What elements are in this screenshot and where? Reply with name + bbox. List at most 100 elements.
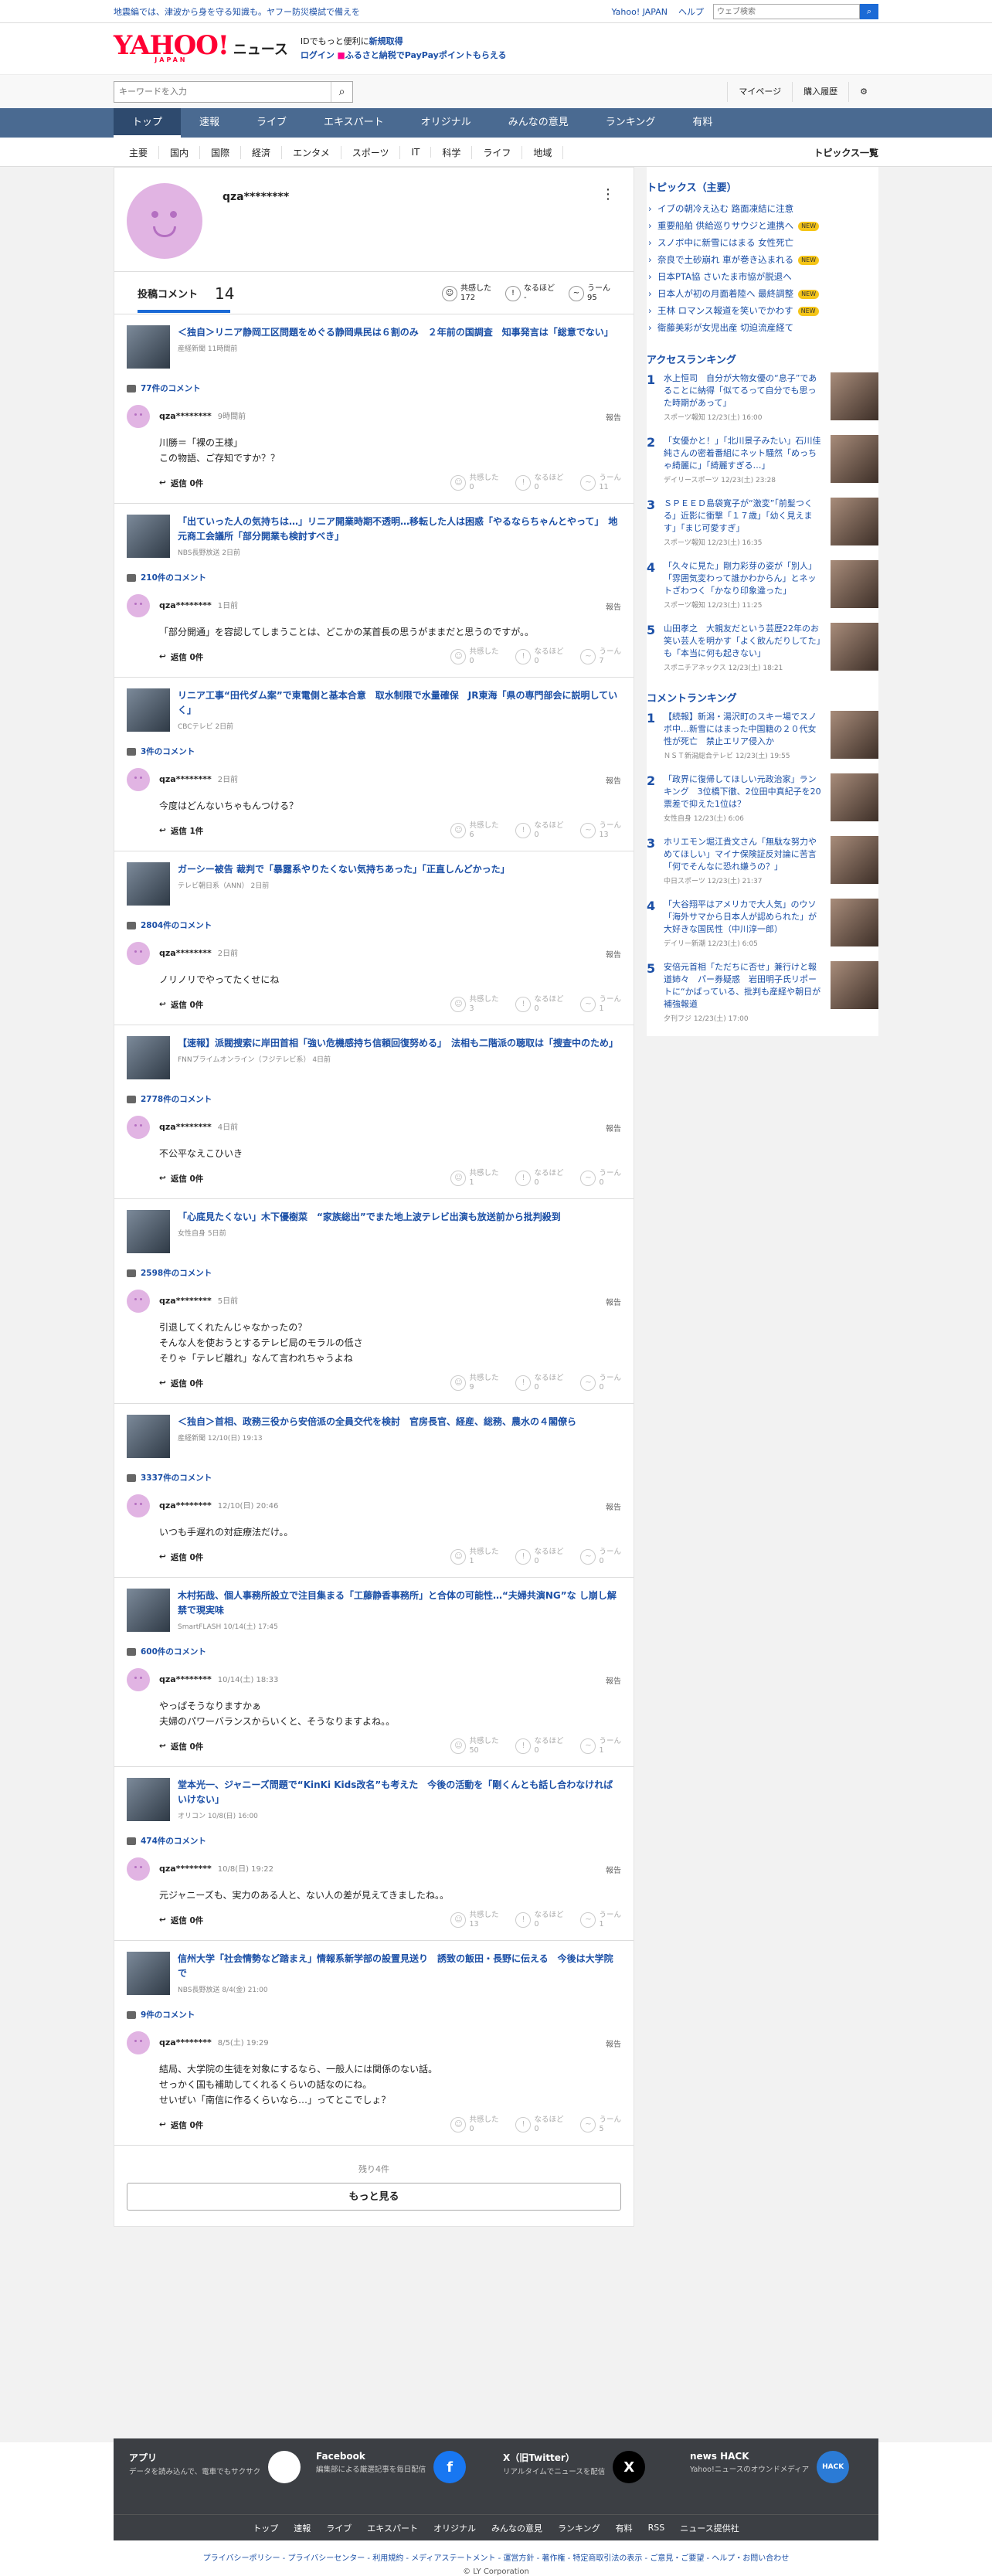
topic-item[interactable]: 衛藤美彩が女児出産 切迫流産経て bbox=[647, 319, 878, 336]
empathy-button[interactable]: ☺ 共感した 3 bbox=[450, 995, 498, 1014]
cat-it[interactable]: IT bbox=[400, 147, 432, 158]
article-link[interactable]: 「心底見たくない」木下優樹菜 “家族総出”でまた地上波テレビ出演も放送前から批判… bbox=[127, 1210, 621, 1253]
ranking-item[interactable]: 4 「大谷翔平はアメリカで大人気」のウソ 「海外サマから日本人が認められた」が大好… bbox=[647, 899, 878, 950]
footer-app-3[interactable]: news HACK Yahoo!ニュースのオウンドメディア HACK bbox=[690, 2451, 863, 2502]
search-icon[interactable]: ⌕ bbox=[331, 81, 352, 102]
comment-user-name[interactable]: qza******** bbox=[159, 411, 212, 421]
naruhodo-button[interactable]: ! なるほど 0 bbox=[515, 1737, 563, 1755]
comment-user-name[interactable]: qza******** bbox=[159, 2037, 212, 2048]
naruhodo-button[interactable]: ! なるほど 0 bbox=[515, 1374, 563, 1392]
signup-link[interactable]: 新規取得 bbox=[369, 36, 403, 46]
topics-list-link[interactable]: トピックス一覧 bbox=[814, 146, 878, 159]
keyword-input[interactable] bbox=[114, 81, 331, 102]
cat-science[interactable]: 科学 bbox=[431, 145, 473, 159]
topic-item[interactable]: 奈良で土砂崩れ 車が巻き込まれる NEW bbox=[647, 251, 878, 268]
gnav-live[interactable]: ライブ bbox=[238, 108, 305, 138]
hmm-button[interactable]: ~ うーん 1 bbox=[580, 1911, 621, 1929]
topic-item[interactable]: 重要船舶 供給巡りサウジと連携へ NEW bbox=[647, 217, 878, 234]
hmm-button[interactable]: ~ うーん 0 bbox=[580, 1169, 621, 1188]
ranking-item[interactable]: 2 「政界に復帰してほしい元政治家」ランキング 3位橋下徹、2位田中真紀子を20票… bbox=[647, 773, 878, 825]
ranking-item[interactable]: 3 ＳＰＥＥＤ島袋寛子が“激変”「前髪つくる」近影に衝撃「１７歳」「幼く見えます」… bbox=[647, 498, 878, 549]
report-link[interactable]: 報告 bbox=[606, 1864, 621, 1875]
comment-count-link[interactable]: 210件のコメント bbox=[127, 572, 621, 583]
reply-button[interactable]: ↩ 返信 0件 bbox=[159, 651, 203, 663]
empathy-button[interactable]: ☺ 共感した 0 bbox=[450, 2116, 498, 2134]
gnav-flash[interactable]: 速報 bbox=[181, 108, 238, 138]
reply-button[interactable]: ↩ 返信 0件 bbox=[159, 477, 203, 489]
footer-nav-item[interactable]: RSS bbox=[648, 2523, 665, 2533]
mypage-link[interactable]: マイページ bbox=[727, 81, 792, 102]
notice-link[interactable]: 地震編では、津波から身を守る知識も。ヤフー防災模試で備えを bbox=[114, 5, 600, 18]
report-link[interactable]: 報告 bbox=[606, 600, 621, 612]
topic-item[interactable]: 日本PTA協 さいたま市協が脱退へ bbox=[647, 268, 878, 285]
article-link[interactable]: 【速報】派閥捜索に岸田首相「強い危機感持ち信頼回復努める」 法相も二階派の聴取は… bbox=[127, 1036, 621, 1079]
report-link[interactable]: 報告 bbox=[606, 1500, 621, 1512]
empathy-button[interactable]: ☺ 共感した 1 bbox=[450, 1169, 498, 1188]
footer-links[interactable]: プライバシーポリシー - プライバシーセンター - 利用規約 - メディアステー… bbox=[0, 2551, 992, 2563]
comment-count-link[interactable]: 77件のコメント bbox=[127, 382, 621, 394]
topic-item[interactable]: スノボ中に新雪にはまる 女性死亡 bbox=[647, 234, 878, 251]
empathy-button[interactable]: ☺ 共感した 0 bbox=[450, 647, 498, 666]
comment-count-link[interactable]: 9件のコメント bbox=[127, 2009, 621, 2020]
naruhodo-button[interactable]: ! なるほど 0 bbox=[515, 995, 563, 1014]
footer-nav-item[interactable]: ランキング bbox=[558, 2522, 600, 2534]
article-title[interactable]: リニア工事“田代ダム案”で東電側と基本合意 取水制限で水量確保 JR東海「県の専… bbox=[178, 688, 621, 718]
footer-nav-item[interactable]: トップ bbox=[253, 2522, 278, 2534]
comment-user-name[interactable]: qza******** bbox=[159, 1296, 212, 1306]
article-link[interactable]: ＜独自＞リニア静岡工区問題をめぐる静岡県民は６割のみ ２年前の国調査 知事発言は… bbox=[127, 325, 621, 369]
comment-count-link[interactable]: 2598件のコメント bbox=[127, 1267, 621, 1279]
ranking-item[interactable]: 5 山田孝之 大親友だという芸歴22年のお笑い芸人を明かす「よく飲んだりしてた」も… bbox=[647, 623, 878, 675]
hmm-button[interactable]: ~ うーん 0 bbox=[580, 1374, 621, 1392]
empathy-button[interactable]: ☺ 共感した 9 bbox=[450, 1374, 498, 1392]
comment-user-name[interactable]: qza******** bbox=[159, 774, 212, 784]
cat-world[interactable]: 国際 bbox=[200, 145, 242, 159]
empathy-button[interactable]: ☺ 共感した 50 bbox=[450, 1737, 498, 1755]
hmm-button[interactable]: ~ うーん 11 bbox=[580, 474, 621, 492]
naruhodo-button[interactable]: ! なるほど 0 bbox=[515, 1911, 563, 1929]
footer-nav-item[interactable]: エキスパート bbox=[367, 2522, 418, 2534]
comment-user-name[interactable]: qza******** bbox=[159, 1864, 212, 1874]
gnav-expert[interactable]: エキスパート bbox=[305, 108, 403, 138]
article-link[interactable]: リニア工事“田代ダム案”で東電側と基本合意 取水制限で水量確保 JR東海「県の専… bbox=[127, 688, 621, 732]
article-title[interactable]: ＜独自＞リニア静岡工区問題をめぐる静岡県民は６割のみ ２年前の国調査 知事発言は… bbox=[178, 325, 613, 340]
search-icon[interactable]: ⌕ bbox=[860, 4, 878, 19]
report-link[interactable]: 報告 bbox=[606, 411, 621, 423]
more-button[interactable]: もっと見る bbox=[127, 2183, 621, 2211]
cat-sports[interactable]: スポーツ bbox=[341, 145, 401, 159]
cat-economy[interactable]: 経済 bbox=[241, 145, 283, 159]
comment-count-link[interactable]: 2804件のコメント bbox=[127, 919, 621, 931]
naruhodo-button[interactable]: ! なるほど 0 bbox=[515, 1169, 563, 1188]
cat-main[interactable]: 主要 bbox=[114, 145, 160, 159]
footer-nav-item[interactable]: オリジナル bbox=[433, 2522, 476, 2534]
footer-nav-item[interactable]: みんなの意見 bbox=[491, 2522, 542, 2534]
article-title[interactable]: ＜独自＞首相、政務三役から安倍派の全員交代を検討 官房長官、経産、総務、農水の４… bbox=[178, 1415, 576, 1429]
hmm-button[interactable]: ~ うーん 13 bbox=[580, 821, 621, 840]
comment-user-name[interactable]: qza******** bbox=[159, 600, 212, 610]
article-link[interactable]: 堂本光一、ジャニーズ問題で“KinKi Kids改名”も考えた 今後の活動を「剛… bbox=[127, 1778, 621, 1821]
comment-count-link[interactable]: 3337件のコメント bbox=[127, 1472, 621, 1483]
ranking-item[interactable]: 1 水上恒司 自分が大物女優の“息子”であることに納得「似てるって自分でも思った時… bbox=[647, 372, 878, 424]
article-link[interactable]: 「出ていった人の気持ちは…」リニア開業時期不透明…移転した人は困惑「やるならちゃ… bbox=[127, 515, 621, 558]
article-link[interactable]: ガーシー被告 裁判で「暴露系やりたくない気持ちあった」「正直しんどかった」 テレビ… bbox=[127, 862, 621, 906]
report-link[interactable]: 報告 bbox=[606, 774, 621, 786]
reply-button[interactable]: ↩ 返信 0件 bbox=[159, 999, 203, 1011]
hmm-button[interactable]: ~ うーん 1 bbox=[580, 995, 621, 1014]
gnav-ranking[interactable]: ランキング bbox=[587, 108, 674, 138]
footer-app-0[interactable]: アプリ データを読み込んで、電車でもサクサク Y! bbox=[129, 2451, 302, 2502]
comment-count-link[interactable]: 3件のコメント bbox=[127, 746, 621, 757]
comment-count-link[interactable]: 474件のコメント bbox=[127, 1835, 621, 1847]
reply-button[interactable]: ↩ 返信 0件 bbox=[159, 1741, 203, 1752]
footer-nav-item[interactable]: 速報 bbox=[294, 2522, 311, 2534]
ranking-item[interactable]: 3 ホリエモン堀江貴文さん「無駄な努力やめてほしい」マイナ保険証反対論に苦言「何で… bbox=[647, 836, 878, 888]
reply-button[interactable]: ↩ 返信 1件 bbox=[159, 825, 203, 837]
article-title[interactable]: 木村拓哉、個人事務所設立で注目集まる「工藤静香事務所」と合体の可能性…“夫婦共演… bbox=[178, 1589, 621, 1618]
naruhodo-button[interactable]: ! なるほど 0 bbox=[515, 2116, 563, 2134]
cat-domestic[interactable]: 国内 bbox=[159, 145, 201, 159]
footer-app-2[interactable]: X（旧Twitter） リアルタイムでニュースを配信 X bbox=[503, 2451, 676, 2502]
article-title[interactable]: ガーシー被告 裁判で「暴露系やりたくない気持ちあった」「正直しんどかった」 bbox=[178, 862, 510, 877]
cat-life[interactable]: ライフ bbox=[472, 145, 523, 159]
comment-user-name[interactable]: qza******** bbox=[159, 1500, 212, 1511]
hmm-button[interactable]: ~ うーん 0 bbox=[580, 1548, 621, 1566]
empathy-button[interactable]: ☺ 共感した 0 bbox=[450, 474, 498, 492]
purchase-history-link[interactable]: 購入履歴 bbox=[792, 81, 848, 102]
